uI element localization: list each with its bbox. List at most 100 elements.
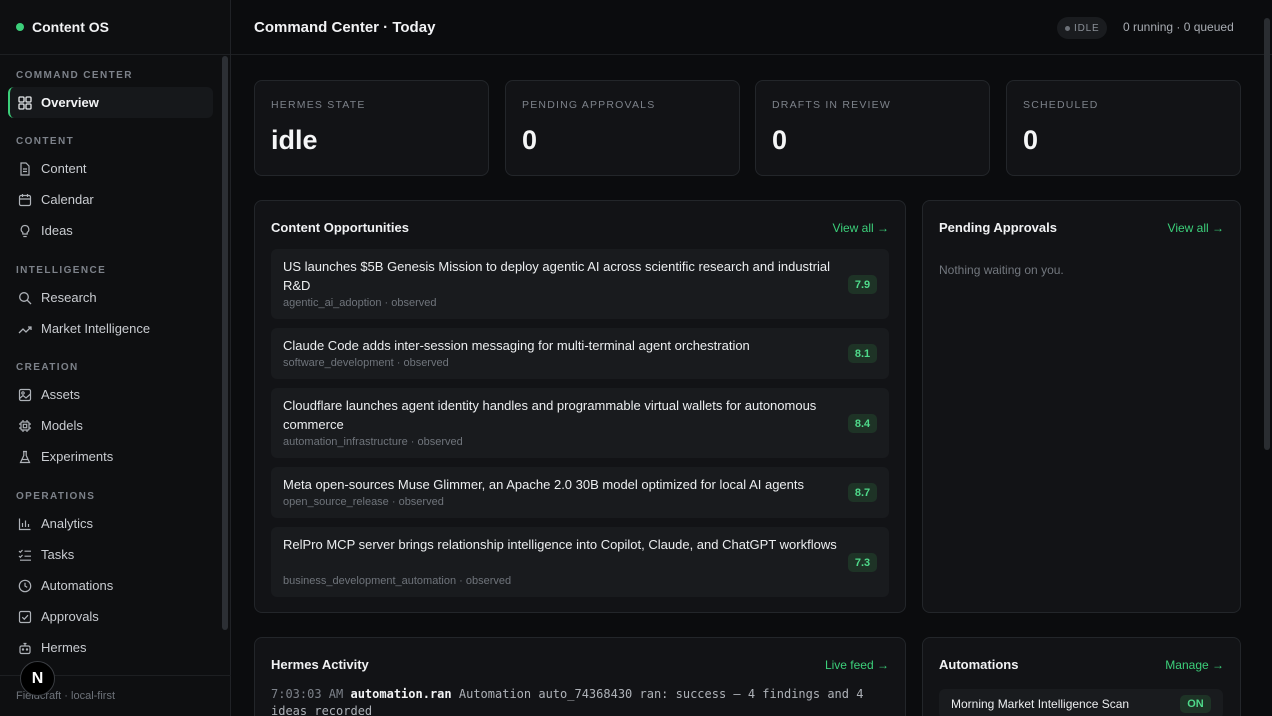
page-title: Command Center · Today xyxy=(254,19,436,36)
opportunity-item[interactable]: RelPro MCP server brings relationship in… xyxy=(271,527,889,597)
document-icon xyxy=(18,161,32,176)
opportunity-score: 8.4 xyxy=(848,414,877,433)
automation-row[interactable]: Morning Market Intelligence Scan ON xyxy=(939,689,1223,716)
sidebar-item-overview[interactable]: Overview xyxy=(8,87,213,118)
bar-chart-icon xyxy=(18,517,32,531)
nav-section-command-center: COMMAND CENTER xyxy=(16,70,133,81)
state-dot xyxy=(1065,25,1070,31)
nav-section-content: CONTENT xyxy=(16,136,75,147)
sidebar-item-label: Market Intelligence xyxy=(41,321,151,336)
brand-name: Content OS xyxy=(32,19,109,35)
activity-time: 7:03:03 AM xyxy=(271,687,344,701)
status-dot xyxy=(16,23,24,31)
stat-card-drafts-in-review: DRAFTS IN REVIEW 0 xyxy=(755,80,990,176)
calendar-icon xyxy=(18,193,32,207)
sidebar-item-approvals[interactable]: Approvals xyxy=(8,601,213,632)
opportunity-item[interactable]: Meta open-sources Muse Glimmer, an Apach… xyxy=(271,467,889,518)
stat-label: PENDING APPROVALS xyxy=(522,99,656,111)
activity-event: automation.ran xyxy=(350,687,452,701)
sidebar-item-label: Ideas xyxy=(41,223,73,238)
sidebar-nav: COMMAND CENTER Overview CONTENT Content … xyxy=(0,56,222,676)
opportunity-meta: business_development_automation · observ… xyxy=(283,575,512,587)
view-all-approvals-link[interactable]: View all → xyxy=(1168,221,1224,235)
opportunity-meta: automation_infrastructure · observed xyxy=(283,436,463,448)
empty-state: Nothing waiting on you. xyxy=(939,263,1064,277)
panel-title: Pending Approvals xyxy=(939,220,1057,235)
sidebar-item-label: Hermes xyxy=(41,640,87,655)
sidebar-item-automations[interactable]: Automations xyxy=(8,570,213,601)
checkbox-icon xyxy=(18,610,32,624)
sidebar-item-label: Tasks xyxy=(41,547,75,562)
sidebar-item-ideas[interactable]: Ideas xyxy=(8,215,213,246)
sidebar-item-market-intelligence[interactable]: Market Intelligence xyxy=(8,313,213,344)
sidebar-item-assets[interactable]: Assets xyxy=(8,379,213,410)
opportunity-score: 8.7 xyxy=(848,483,877,502)
sidebar: Content OS COMMAND CENTER Overview CONTE… xyxy=(0,0,231,716)
sidebar-item-label: Approvals xyxy=(41,609,99,624)
opportunity-title: Meta open-sources Muse Glimmer, an Apach… xyxy=(283,477,804,492)
opportunity-title: Claude Code adds inter-session messaging… xyxy=(283,338,750,353)
sidebar-item-calendar[interactable]: Calendar xyxy=(8,184,213,215)
opportunity-meta: agentic_ai_adoption · observed xyxy=(283,297,437,309)
pending-approvals-panel: Pending Approvals View all → Nothing wai… xyxy=(922,200,1241,613)
opportunity-title: US launches $5B Genesis Mission to deplo… xyxy=(283,259,831,293)
stat-card-pending-approvals: PENDING APPROVALS 0 xyxy=(505,80,740,176)
sidebar-item-content[interactable]: Content xyxy=(8,153,213,184)
stat-value: idle xyxy=(271,125,318,155)
opportunity-item[interactable]: Claude Code adds inter-session messaging… xyxy=(271,328,889,379)
live-feed-link[interactable]: Live feed → xyxy=(825,658,889,672)
checklist-icon xyxy=(18,548,32,562)
sidebar-item-hermes[interactable]: Hermes xyxy=(8,632,213,663)
top-bar: Command Center · Today IDLE 0 running · … xyxy=(231,0,1272,55)
sidebar-item-tasks[interactable]: Tasks xyxy=(8,539,213,570)
sidebar-item-label: Automations xyxy=(41,578,114,593)
automation-toggle[interactable]: ON xyxy=(1180,695,1211,713)
panel-title: Automations xyxy=(939,657,1019,672)
nav-section-creation: CREATION xyxy=(16,362,79,373)
stat-value: 0 xyxy=(772,125,788,155)
opportunity-title: Cloudflare launches agent identity handl… xyxy=(283,398,817,432)
main-scrollbar[interactable] xyxy=(1264,18,1270,450)
activity-entry: 7:03:03 AM automation.ran Automation aut… xyxy=(271,686,881,716)
sidebar-item-research[interactable]: Research xyxy=(8,282,213,313)
trend-icon xyxy=(18,322,32,336)
opportunity-score: 8.1 xyxy=(848,344,877,363)
n-badge-button[interactable]: N xyxy=(20,661,55,696)
opportunity-meta: software_development · observed xyxy=(283,357,449,369)
sidebar-item-models[interactable]: Models xyxy=(8,410,213,441)
sidebar-item-analytics[interactable]: Analytics xyxy=(8,508,213,539)
sidebar-item-label: Analytics xyxy=(41,516,94,531)
sidebar-item-label: Content xyxy=(41,161,87,176)
lightbulb-icon xyxy=(18,224,32,238)
sidebar-item-label: Models xyxy=(41,418,83,433)
opportunity-item[interactable]: Cloudflare launches agent identity handl… xyxy=(271,388,889,458)
chip-icon xyxy=(18,419,32,433)
grid-icon xyxy=(18,95,32,110)
opportunity-score: 7.9 xyxy=(848,275,877,294)
stat-label: SCHEDULED xyxy=(1023,99,1099,111)
stat-value: 0 xyxy=(522,125,538,155)
sidebar-item-label: Calendar xyxy=(41,192,94,207)
panel-title: Content Opportunities xyxy=(271,220,409,235)
automations-panel: Automations Manage → Morning Market Inte… xyxy=(922,637,1241,716)
sidebar-item-label: Assets xyxy=(41,387,81,402)
state-pill-label: IDLE xyxy=(1074,22,1100,34)
sidebar-item-label: Research xyxy=(41,290,97,305)
view-all-opportunities-link[interactable]: View all → xyxy=(833,221,889,235)
sidebar-scrollbar[interactable] xyxy=(222,56,228,630)
manage-automations-link[interactable]: Manage → xyxy=(1165,658,1224,672)
search-icon xyxy=(18,291,32,305)
opportunity-item[interactable]: US launches $5B Genesis Mission to deplo… xyxy=(271,249,889,319)
stat-card-hermes-state: HERMES STATE idle xyxy=(254,80,489,176)
opportunity-meta: open_source_release · observed xyxy=(283,496,444,508)
robot-icon xyxy=(18,641,32,655)
sidebar-item-experiments[interactable]: Experiments xyxy=(8,441,213,472)
content-opportunities-panel: Content Opportunities View all → US laun… xyxy=(254,200,906,613)
main-area: Command Center · Today IDLE 0 running · … xyxy=(231,0,1272,716)
stat-label: HERMES STATE xyxy=(271,99,366,111)
opportunity-title: RelPro MCP server brings relationship in… xyxy=(283,537,837,552)
clock-icon xyxy=(18,579,32,593)
state-pill: IDLE xyxy=(1057,17,1108,39)
stat-value: 0 xyxy=(1023,125,1039,155)
brand[interactable]: Content OS xyxy=(0,0,230,55)
